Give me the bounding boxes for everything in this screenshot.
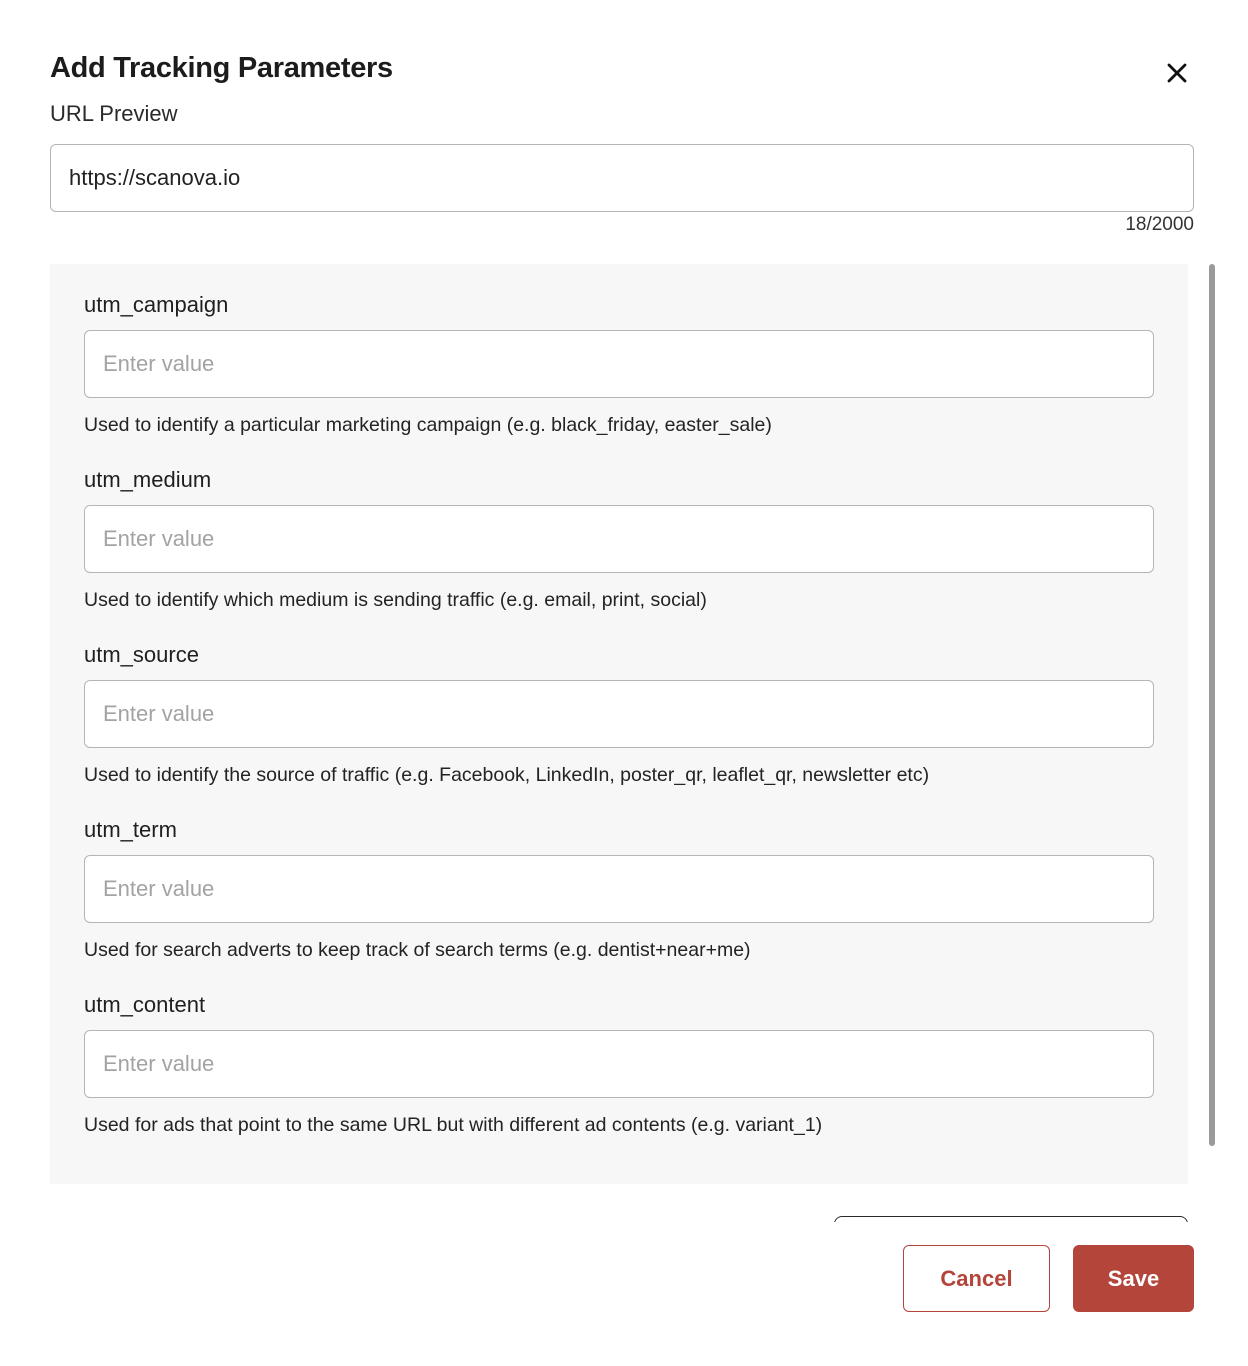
utm-content-input[interactable] bbox=[84, 1030, 1154, 1098]
param-label: utm_campaign bbox=[84, 292, 229, 317]
param-help-text: Used to identify a particular marketing … bbox=[84, 414, 772, 436]
save-button[interactable]: Save bbox=[1073, 1245, 1194, 1312]
tracking-parameters-dialog: Add Tracking Parameters URL Preview 18/2… bbox=[0, 0, 1248, 1366]
utm-source-input[interactable] bbox=[84, 680, 1154, 748]
cancel-button[interactable]: Cancel bbox=[903, 1245, 1050, 1312]
param-help-text: Used to identify which medium is sending… bbox=[84, 589, 707, 611]
param-label: utm_content bbox=[84, 992, 206, 1017]
utm-campaign-input[interactable] bbox=[84, 330, 1154, 398]
scrollbar-thumb[interactable] bbox=[1209, 264, 1215, 1146]
param-utm-campaign: utm_campaign Used to identify a particul… bbox=[84, 290, 1154, 438]
param-label: utm_source bbox=[84, 642, 199, 667]
url-char-count: 18/2000 bbox=[1125, 214, 1194, 235]
utm-medium-input[interactable] bbox=[84, 505, 1154, 573]
utm-term-input[interactable] bbox=[84, 855, 1154, 923]
param-utm-content: utm_content Used for ads that point to t… bbox=[84, 990, 1154, 1138]
param-utm-source: utm_source Used to identify the source o… bbox=[84, 640, 1154, 788]
param-label: utm_term bbox=[84, 817, 177, 842]
dialog-title: Add Tracking Parameters bbox=[50, 52, 393, 84]
param-utm-term: utm_term Used for search adverts to keep… bbox=[84, 815, 1154, 963]
param-help-text: Used to identify the source of traffic (… bbox=[84, 764, 930, 786]
close-icon bbox=[1167, 63, 1187, 83]
param-help-text: Used for search adverts to keep track of… bbox=[84, 939, 751, 961]
param-label: utm_medium bbox=[84, 467, 212, 492]
footer bbox=[0, 1222, 1248, 1366]
param-utm-medium: utm_medium Used to identify which medium… bbox=[84, 465, 1154, 613]
close-button[interactable] bbox=[1160, 56, 1194, 90]
url-preview-label: URL Preview bbox=[50, 101, 178, 126]
param-help-text: Used for ads that point to the same URL … bbox=[84, 1114, 823, 1136]
url-preview-input[interactable] bbox=[50, 144, 1194, 212]
params-panel[interactable]: utm_campaign Used to identify a particul… bbox=[50, 264, 1188, 1184]
